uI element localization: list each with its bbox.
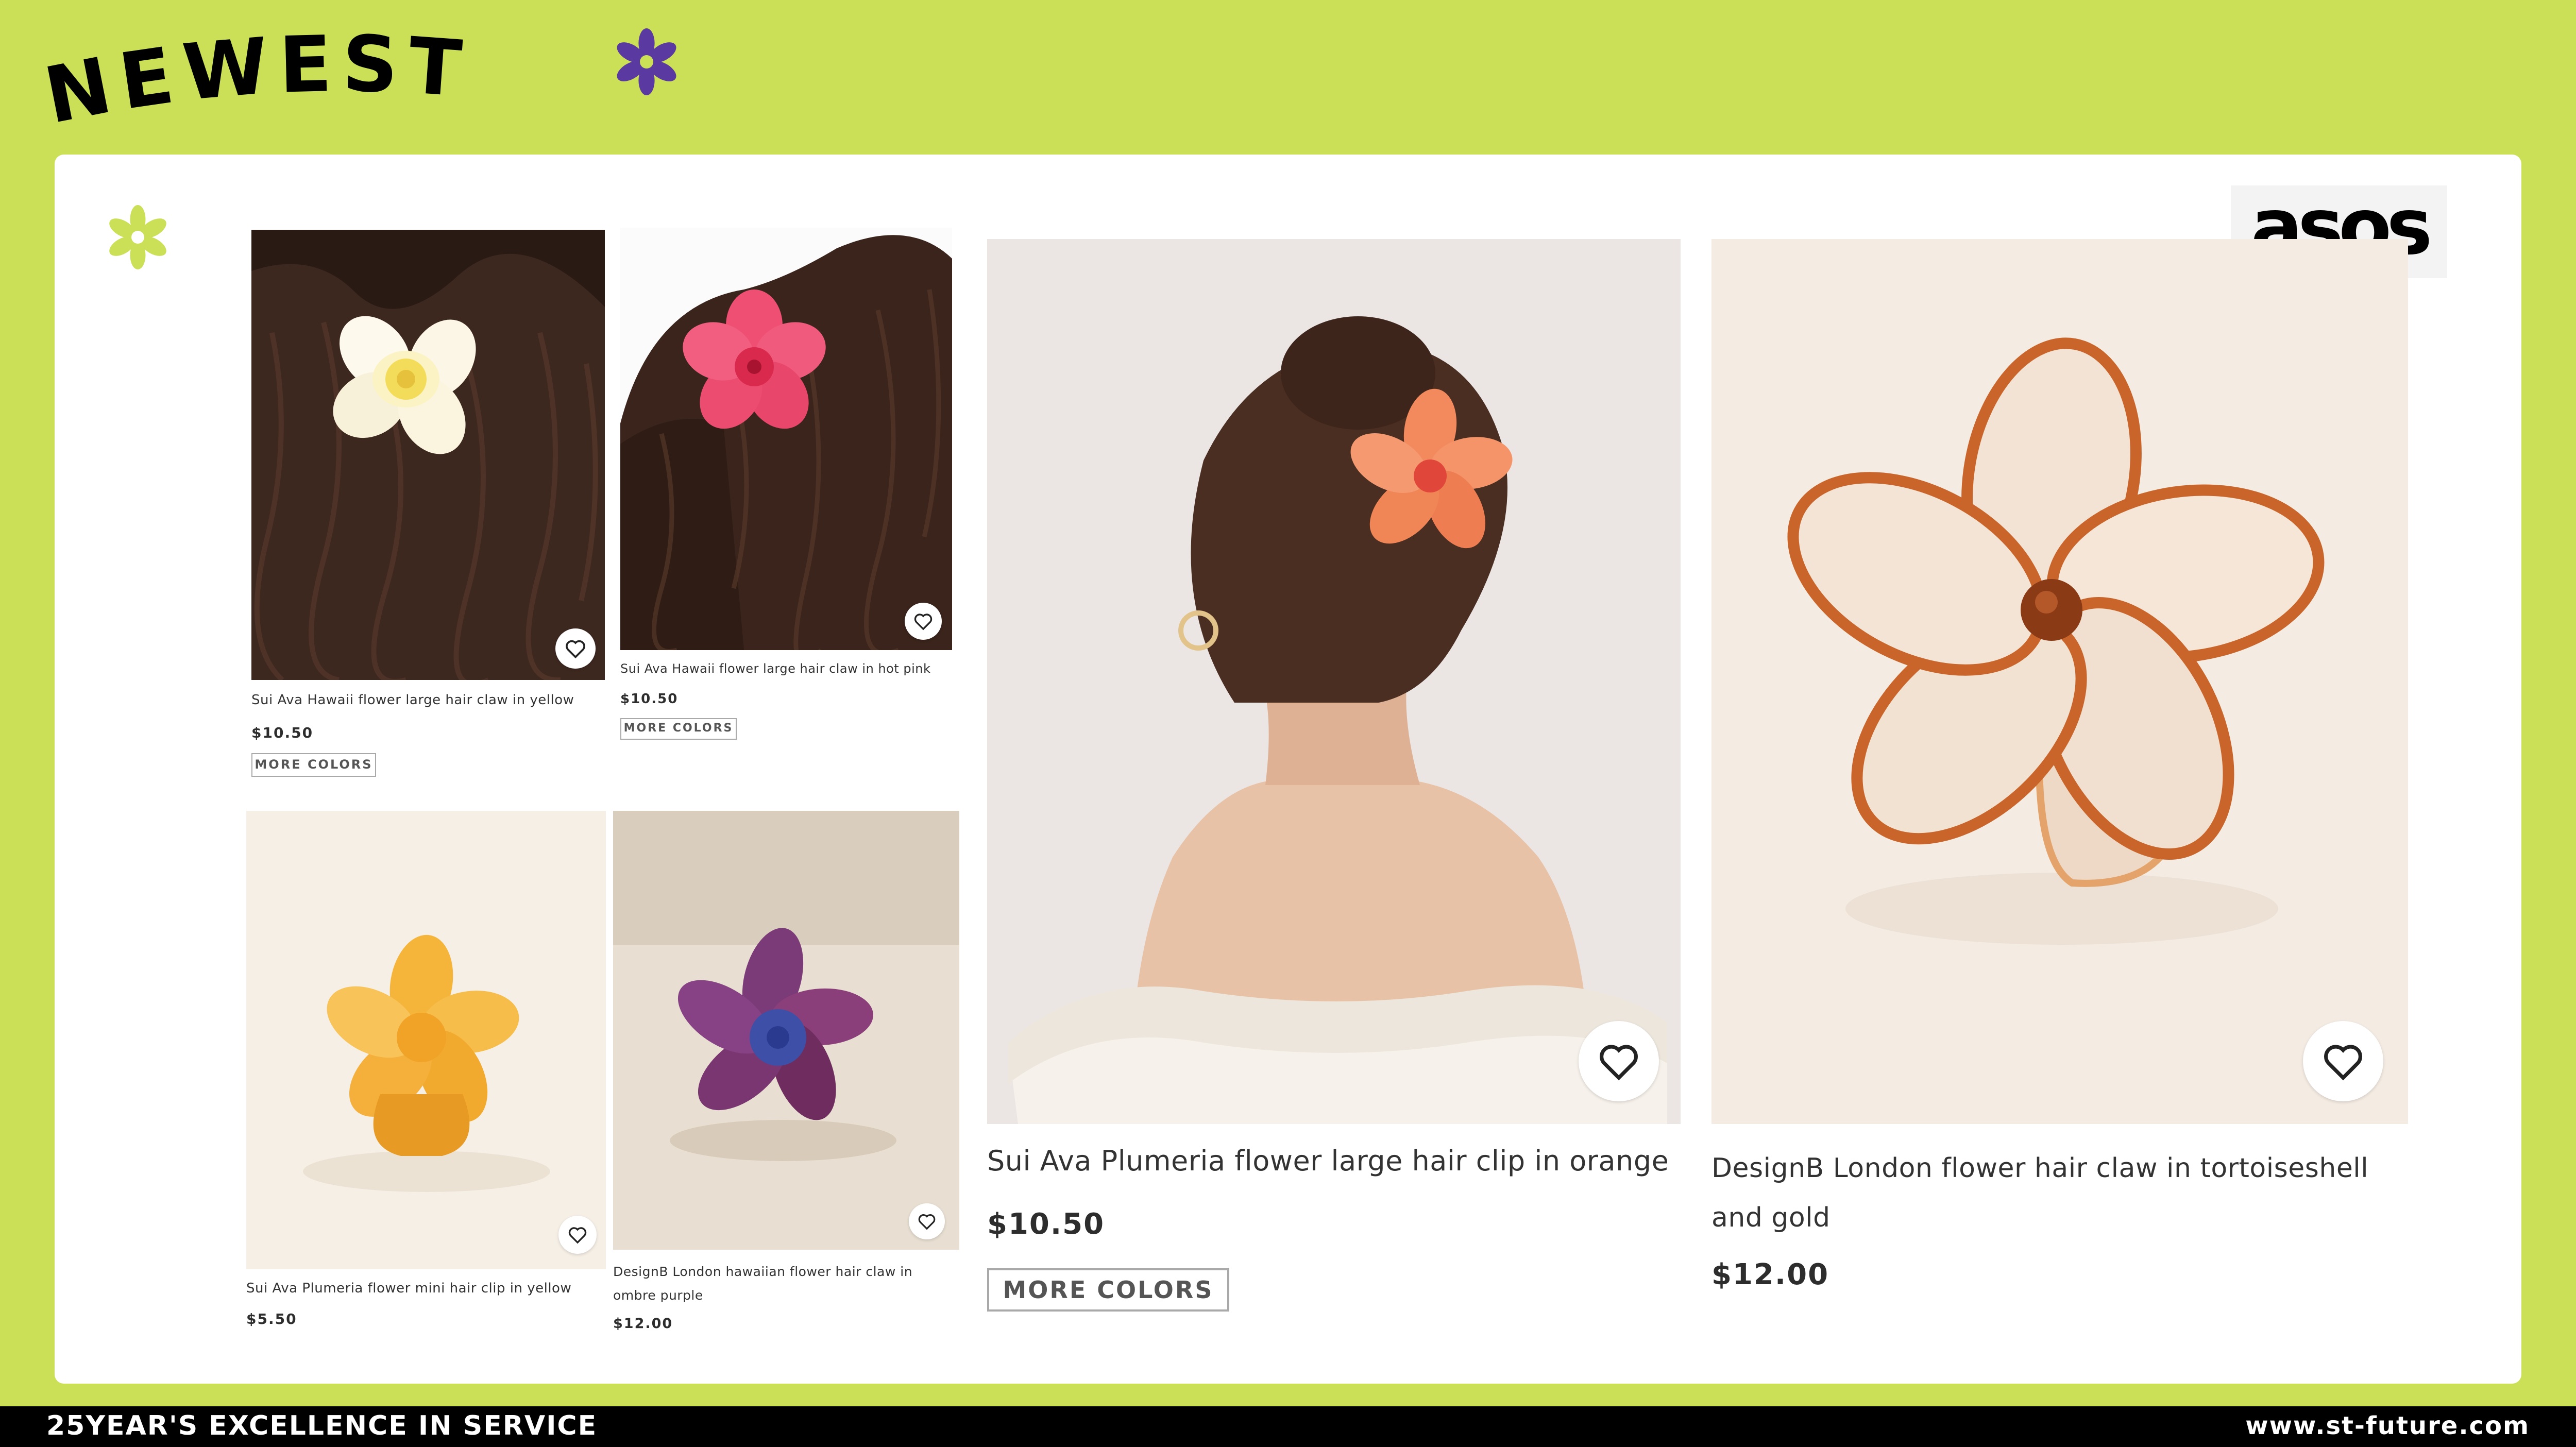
product-card[interactable]: DesignB London flower hair claw in torto… [1711,239,2408,1310]
product-title[interactable]: DesignB London flower hair claw in torto… [1711,1144,2408,1242]
heart-icon[interactable] [1579,1021,1659,1101]
headline-text: NEWEST [46,31,464,141]
page-title: NEWEST [46,31,562,144]
heart-icon[interactable] [555,628,596,669]
product-price: $10.50 [620,691,679,707]
product-image[interactable] [987,239,1681,1124]
product-title[interactable]: Sui Ava Hawaii flower large hair claw in… [251,692,605,708]
more-colors-button[interactable]: MORE COLORS [251,753,376,777]
product-price: $5.50 [246,1310,297,1327]
product-card[interactable]: Sui Ava Plumeria flower mini hair clip i… [246,811,606,1347]
more-colors-button[interactable]: MORE COLORS [987,1268,1229,1312]
product-image[interactable] [251,230,605,680]
product-title[interactable]: Sui Ava Plumeria flower large hair clip … [987,1145,1681,1177]
purple-flower-icon [617,28,676,95]
green-flower-icon [109,205,166,269]
more-colors-button[interactable]: MORE COLORS [620,718,737,740]
product-card[interactable]: Sui Ava Plumeria flower large hair clip … [987,239,1681,1321]
product-image[interactable] [246,811,606,1269]
footer-website-link[interactable]: www.st-future.com [2245,1411,2530,1440]
svg-text:NEWEST: NEWEST [46,31,473,141]
heart-icon[interactable] [2303,1021,2383,1101]
footer-tagline: 25YEAR'S EXCELLENCE IN SERVICE [46,1410,598,1441]
product-price: $10.50 [251,724,314,741]
product-price: $10.50 [987,1207,1105,1241]
product-card[interactable]: DesignB London hawaiian flower hair claw… [613,811,959,1347]
product-card[interactable]: Sui Ava Hawaii flower large hair claw in… [251,230,605,781]
product-image[interactable] [1711,239,2408,1124]
product-price: $12.00 [1711,1258,1829,1291]
product-price: $12.00 [613,1316,673,1332]
product-title[interactable]: Sui Ava Plumeria flower mini hair clip i… [246,1281,606,1296]
heart-icon[interactable] [909,1203,945,1239]
product-card[interactable]: Sui Ava Hawaii flower large hair claw in… [620,228,952,743]
heart-icon[interactable] [558,1216,597,1254]
product-title[interactable]: Sui Ava Hawaii flower large hair claw in… [620,661,952,676]
product-image[interactable] [620,228,952,650]
heart-icon[interactable] [905,603,942,640]
footer-bar: 25YEAR'S EXCELLENCE IN SERVICE www.st-fu… [0,1406,2576,1447]
product-title[interactable]: DesignB London hawaiian flower hair claw… [613,1260,959,1307]
product-image[interactable] [613,811,959,1250]
